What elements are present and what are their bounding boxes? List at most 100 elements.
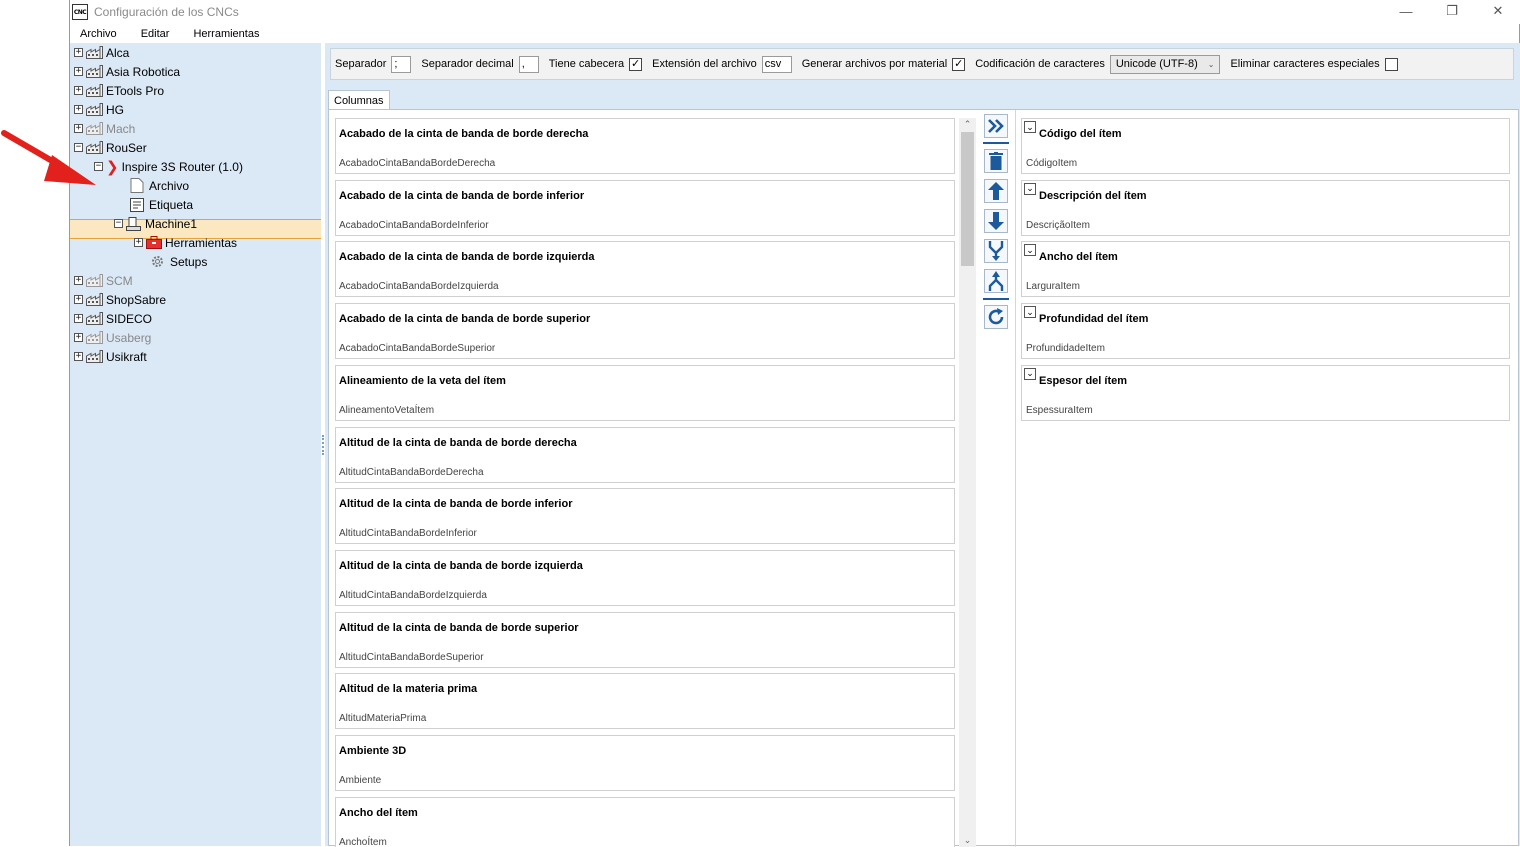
tree-label: Machine1: [145, 216, 198, 231]
expand-icon[interactable]: +: [74, 314, 83, 323]
scroll-up-icon[interactable]: ⌃: [962, 119, 973, 130]
tree-item-manufacturer[interactable]: + Asia Robotica: [74, 62, 180, 81]
tree-item-manufacturer[interactable]: + SCM: [74, 271, 133, 290]
tree-item-setups[interactable]: Setups: [150, 252, 207, 271]
expand-icon[interactable]: +: [74, 276, 83, 285]
tree-item-manufacturer[interactable]: + Alca: [74, 43, 129, 62]
available-column-item[interactable]: Altitud de la cinta de banda de borde in…: [335, 488, 955, 545]
expand-icon[interactable]: +: [74, 105, 83, 114]
add-all-button[interactable]: [984, 114, 1008, 138]
remove-special-checkbox[interactable]: [1384, 57, 1398, 71]
column-title: Altitud de la cinta de banda de borde in…: [339, 498, 573, 511]
separator-input[interactable]: ;: [391, 55, 412, 73]
available-columns-scrollbar[interactable]: ⌃ ⌄: [959, 118, 976, 847]
column-key: CódigoItem: [1026, 158, 1078, 169]
minimize-icon[interactable]: —: [1383, 0, 1429, 22]
selected-column-item[interactable]: ⌄ Ancho del ítem LarguraItem: [1021, 241, 1510, 298]
available-column-item[interactable]: Altitud de la materia prima AltitudMateri…: [335, 673, 955, 730]
tree-item-inspire-router[interactable]: − ❯ Inspire 3S Router (1.0): [94, 157, 243, 176]
decimal-separator-input[interactable]: ,: [518, 55, 539, 73]
tree-item-manufacturer[interactable]: + ShopSabre: [74, 290, 166, 309]
expand-icon[interactable]: +: [74, 48, 83, 57]
move-up-button[interactable]: [984, 179, 1008, 203]
expand-icon[interactable]: +: [74, 86, 83, 95]
tree-item-manufacturer[interactable]: + SIDECO: [74, 309, 152, 328]
tab-columnas[interactable]: Columnas: [328, 90, 390, 110]
header-checkbox[interactable]: ✓: [629, 57, 643, 71]
merge-button[interactable]: [984, 239, 1008, 263]
menu-bar: Archivo Editar Herramientas: [70, 24, 1520, 43]
tree-label: SIDECO: [106, 311, 153, 326]
expand-item-icon[interactable]: ⌄: [1024, 306, 1036, 319]
split-button[interactable]: [984, 269, 1008, 293]
expand-item-icon[interactable]: ⌄: [1024, 244, 1036, 257]
expand-icon[interactable]: +: [74, 352, 83, 361]
available-column-item[interactable]: Altitud de la cinta de banda de borde de…: [335, 426, 955, 483]
delete-button[interactable]: [984, 149, 1008, 173]
selected-column-item[interactable]: ⌄ Código del ítem CódigoItem: [1021, 118, 1510, 174]
available-column-item[interactable]: Ambiente 3D Ambiente: [335, 735, 955, 791]
tree-item-archivo[interactable]: Archivo: [130, 176, 189, 195]
tree-item-herramientas[interactable]: + Herramientas: [134, 233, 237, 252]
column-title: Profundidad del ítem: [1039, 313, 1149, 326]
column-key: AltitudCintaBandaBordeIzquierda: [339, 589, 487, 601]
factory-icon: [86, 274, 103, 287]
scroll-down-icon[interactable]: ⌄: [962, 835, 973, 846]
collapse-icon[interactable]: −: [114, 219, 123, 228]
selected-column-item[interactable]: ⌄ Profundidad del ítem ProfundidadeItem: [1021, 303, 1510, 360]
expand-icon[interactable]: +: [74, 333, 83, 342]
available-column-item[interactable]: Altitud de la cinta de banda de borde su…: [335, 611, 955, 668]
column-key: AltitudCintaBandaBordeSuperior: [339, 651, 484, 663]
selected-column-item[interactable]: ⌄ Descripción del ítem DescriçãoItem: [1021, 179, 1510, 236]
refresh-button[interactable]: [984, 305, 1008, 329]
tree-label: Etiqueta: [149, 197, 194, 212]
tree-item-machine1[interactable]: − Machine1: [114, 214, 197, 233]
machine-chevron-icon: ❯: [106, 158, 119, 176]
tree-label: Usaberg: [106, 330, 152, 345]
column-key: EspessuraItem: [1026, 404, 1093, 416]
merge-icon: [988, 241, 1004, 261]
menu-archivo[interactable]: Archivo: [80, 28, 117, 40]
available-column-item[interactable]: Acabado de la cinta de banda de borde iz…: [335, 241, 955, 298]
expand-icon[interactable]: +: [74, 67, 83, 76]
expand-icon[interactable]: +: [74, 295, 83, 304]
restore-icon[interactable]: ❐: [1429, 0, 1475, 22]
menu-editar[interactable]: Editar: [141, 28, 170, 40]
tree-item-etiqueta[interactable]: Etiqueta: [130, 195, 193, 214]
factory-icon: [86, 103, 103, 116]
available-column-item[interactable]: Acabado de la cinta de banda de borde in…: [335, 179, 955, 236]
column-title: Espesor del ítem: [1039, 374, 1128, 387]
available-column-item[interactable]: Altitud de la cinta de banda de borde iz…: [335, 549, 955, 606]
expand-item-icon[interactable]: ⌄: [1024, 367, 1036, 380]
selected-column-item[interactable]: ⌄ Espesor del ítem EspessuraItem: [1021, 364, 1510, 421]
splitter-grip[interactable]: [322, 435, 324, 455]
column-key: AltitudCintaBandaBordeDerecha: [339, 466, 484, 478]
cnc-app-icon: CNC: [72, 4, 88, 20]
scrollbar-thumb[interactable]: [961, 132, 974, 266]
move-down-button[interactable]: [984, 209, 1008, 233]
refresh-icon: [988, 308, 1004, 325]
encoding-select[interactable]: Unicode (UTF-8) ⌄: [1109, 54, 1221, 74]
tree-label: Alca: [106, 45, 130, 60]
column-title: Altitud de la materia prima: [339, 683, 478, 696]
expand-item-icon[interactable]: ⌄: [1024, 182, 1036, 195]
tree-item-manufacturer[interactable]: + HG: [74, 100, 124, 119]
window-title: Configuración de los CNCs: [94, 5, 239, 19]
column-key: Ambiente: [339, 775, 382, 786]
tree-item-manufacturer[interactable]: + Usaberg: [74, 328, 151, 347]
expand-icon[interactable]: +: [134, 238, 143, 247]
extension-label: Extensión del archivo: [652, 58, 757, 70]
tree-item-manufacturer[interactable]: + ETools Pro: [74, 81, 164, 100]
available-column-item[interactable]: Ancho del ítem AnchoÍtem: [335, 796, 955, 847]
extension-input[interactable]: csv: [761, 55, 792, 73]
close-icon[interactable]: ✕: [1475, 0, 1520, 22]
per-material-checkbox[interactable]: ✓: [952, 57, 966, 71]
column-title: Descripción del ítem: [1039, 189, 1147, 202]
factory-icon: [86, 331, 103, 344]
available-column-item[interactable]: Alineamiento de la veta del ítem Alineame…: [335, 364, 955, 421]
available-column-item[interactable]: Acabado de la cinta de banda de borde de…: [335, 118, 955, 174]
tree-item-manufacturer[interactable]: + Usikraft: [74, 347, 147, 366]
available-column-item[interactable]: Acabado de la cinta de banda de borde su…: [335, 303, 955, 360]
expand-item-icon[interactable]: ⌄: [1024, 121, 1036, 133]
menu-herramientas[interactable]: Herramientas: [193, 28, 259, 40]
